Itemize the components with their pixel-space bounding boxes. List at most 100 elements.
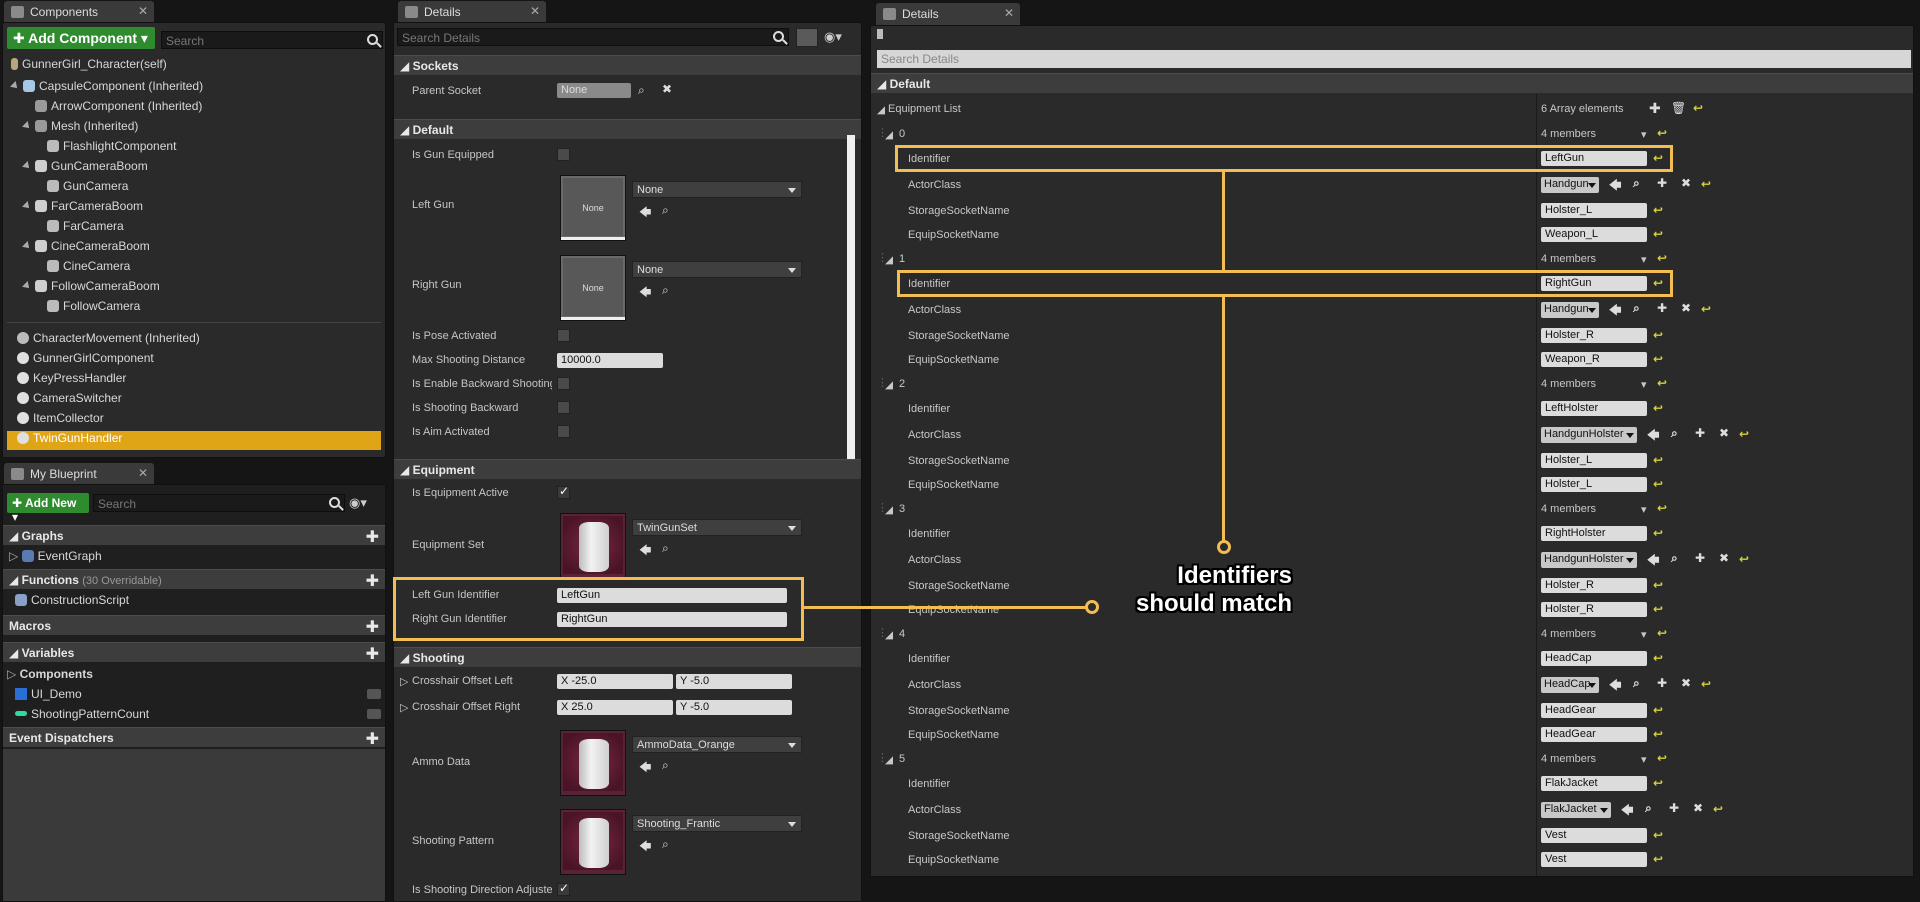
actor-class-dropdown[interactable]: HandgunHolster — [1541, 552, 1637, 568]
add-variable-icon[interactable]: ✚ — [366, 644, 379, 664]
reset-to-default-icon[interactable]: ↩ — [1653, 276, 1663, 290]
default-section[interactable]: ◢ Default — [394, 119, 861, 139]
component-item[interactable]: CineCameraBoom — [22, 239, 150, 258]
component-item[interactable]: CineCamera — [35, 259, 130, 278]
clear-icon[interactable]: ✖ — [1719, 426, 1729, 440]
construction-script-item[interactable]: ConstructionScript — [15, 593, 129, 612]
browse-search-icon[interactable]: ⌕ — [1671, 551, 1678, 566]
component-item[interactable]: GunCamera — [35, 179, 128, 198]
clear-icon[interactable]: ✖ — [1719, 551, 1729, 565]
property-field[interactable]: RightGun — [1541, 276, 1647, 291]
reset-to-default-icon[interactable]: ↩ — [1653, 703, 1663, 717]
close-icon[interactable]: ✕ — [1004, 6, 1014, 20]
add-icon[interactable]: ✚ — [1669, 801, 1679, 815]
lock-icon[interactable] — [877, 29, 883, 39]
chevron-down-icon[interactable]: ▾ — [1641, 378, 1647, 391]
component-item[interactable]: ItemCollector — [7, 411, 381, 430]
use-selected-arrow-icon[interactable]: 🡄 — [1609, 676, 1621, 697]
variable-item[interactable]: UI_Demo — [15, 687, 381, 706]
crosshair-right-y-field[interactable]: Y -5.0 — [676, 700, 792, 715]
ammo-data-dropdown[interactable]: AmmoData_Orange — [632, 736, 802, 753]
use-selected-arrow-icon[interactable]: 🡄 — [1609, 176, 1621, 197]
right-gun-thumbnail[interactable]: None — [560, 255, 626, 321]
reset-to-default-icon[interactable]: ↩ — [1653, 578, 1663, 592]
tab-my-blueprint[interactable]: My Blueprint ✕ — [4, 463, 154, 485]
component-item[interactable]: GunnerGirlComponent — [7, 351, 381, 370]
property-field[interactable]: Holster_R — [1541, 578, 1647, 593]
shooting-pattern-thumbnail[interactable] — [560, 809, 626, 875]
is-aim-activated-checkbox[interactable] — [557, 425, 570, 438]
tab-details-2[interactable]: Details ✕ — [876, 3, 1020, 25]
root-component[interactable]: GunnerGirl_Character(self) — [11, 57, 167, 76]
eye-icon[interactable] — [367, 689, 381, 699]
actor-class-dropdown[interactable]: Handgun — [1541, 302, 1599, 318]
browse-search-icon[interactable]: ⌕ — [1633, 301, 1640, 316]
use-selected-arrow-icon[interactable]: 🡄 — [1621, 801, 1633, 822]
close-icon[interactable]: ✕ — [138, 466, 148, 480]
chevron-down-icon[interactable]: ◢ — [885, 378, 893, 391]
property-field[interactable]: Holster_L — [1541, 477, 1647, 492]
actor-class-dropdown[interactable]: FlakJacket — [1541, 802, 1611, 818]
add-icon[interactable]: ✚ — [1695, 426, 1705, 440]
add-icon[interactable]: ✚ — [1695, 551, 1705, 565]
reset-to-default-icon[interactable]: ↩ — [1653, 151, 1663, 165]
clear-icon[interactable]: ✖ — [662, 82, 672, 96]
tab-details[interactable]: Details ✕ — [398, 1, 546, 23]
expand-icon[interactable]: ▷ — [400, 675, 408, 688]
shooting-pattern-dropdown[interactable]: Shooting_Frantic — [632, 815, 802, 832]
reset-to-default-icon[interactable]: ↩ — [1657, 251, 1667, 265]
browse-search-icon[interactable]: ⌕ — [1633, 676, 1640, 691]
chevron-down-icon[interactable]: ◢ — [885, 253, 893, 266]
use-selected-arrow-icon[interactable]: 🡄 — [1647, 551, 1659, 572]
chevron-down-icon[interactable]: ▾ — [1641, 753, 1647, 766]
component-item[interactable]: CapsuleComponent (Inherited) — [10, 79, 203, 98]
reset-to-default-icon[interactable]: ↩ — [1657, 626, 1667, 640]
property-field[interactable]: Holster_R — [1541, 602, 1647, 617]
reset-to-default-icon[interactable]: ↩ — [1653, 852, 1663, 866]
reset-to-default-icon[interactable]: ↩ — [1653, 776, 1663, 790]
close-icon[interactable]: ✕ — [138, 4, 148, 18]
property-matrix-icon[interactable] — [796, 28, 818, 47]
blueprint-search-input[interactable]: Search — [93, 494, 345, 512]
right-gun-identifier-field[interactable]: RightGun — [557, 612, 787, 627]
chevron-down-icon[interactable]: ▾ — [1641, 628, 1647, 641]
use-selected-arrow-icon[interactable]: 🡄 — [639, 203, 651, 224]
variables-section[interactable]: ◢ Variables ✚ — [3, 642, 385, 664]
event-dispatchers-section[interactable]: Event Dispatchers ✚ — [3, 727, 385, 748]
add-new-button[interactable]: ✚ Add New ▾ — [7, 493, 89, 524]
chevron-down-icon[interactable]: ◢ — [877, 103, 885, 116]
search-icon[interactable]: ⌕ — [638, 83, 645, 98]
add-macro-icon[interactable]: ✚ — [366, 617, 379, 637]
property-field[interactable]: RightHolster — [1541, 526, 1647, 541]
reset-to-default-icon[interactable]: ↩ — [1653, 828, 1663, 842]
components-search-input[interactable]: Search — [161, 31, 383, 49]
left-gun-thumbnail[interactable]: None — [560, 175, 626, 241]
use-selected-arrow-icon[interactable]: 🡄 — [639, 837, 651, 858]
clear-icon[interactable]: ✖ — [1681, 176, 1691, 190]
default-section-2[interactable]: ◢ Default — [871, 73, 1913, 93]
browse-search-icon[interactable]: ⌕ — [662, 203, 669, 218]
clear-icon[interactable]: ✖ — [1681, 676, 1691, 690]
reset-to-default-icon[interactable]: ↩ — [1653, 477, 1663, 491]
is-enable-backward-checkbox[interactable] — [557, 377, 570, 390]
is-shooting-direction-checkbox[interactable] — [557, 881, 570, 896]
actor-class-dropdown[interactable]: HeadCap — [1541, 677, 1599, 693]
chevron-down-icon[interactable]: ◢ — [885, 753, 893, 766]
functions-section[interactable]: ◢ Functions (30 Overridable) ✚ — [3, 569, 385, 590]
reset-to-default-icon[interactable]: ↩ — [1693, 101, 1703, 115]
property-field[interactable]: LeftHolster — [1541, 401, 1647, 416]
trash-icon[interactable]: 🗑 — [1671, 101, 1686, 115]
component-item[interactable]: KeyPressHandler — [7, 371, 381, 390]
browse-search-icon[interactable]: ⌕ — [662, 283, 669, 298]
browse-search-icon[interactable]: ⌕ — [662, 758, 669, 773]
component-item[interactable]: ArrowComponent (Inherited) — [23, 99, 202, 118]
eye-icon[interactable]: ◉▾ — [824, 29, 842, 45]
details2-search-input[interactable]: Search Details — [877, 50, 1911, 68]
property-field[interactable]: FlakJacket — [1541, 776, 1647, 791]
chevron-down-icon[interactable]: ◢ — [885, 503, 893, 516]
equipment-set-dropdown[interactable]: TwinGunSet — [632, 519, 802, 536]
expand-arrow-icon[interactable] — [22, 201, 32, 211]
browse-search-icon[interactable]: ⌕ — [662, 837, 669, 852]
scrollbar[interactable] — [847, 135, 855, 469]
expand-arrow-icon[interactable] — [22, 121, 32, 131]
